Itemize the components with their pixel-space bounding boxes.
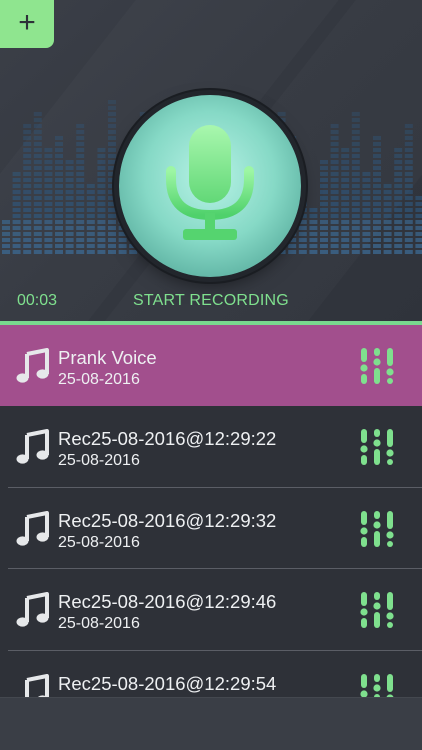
equalizer-sliders-icon[interactable]	[358, 509, 396, 549]
plus-icon: +	[18, 5, 36, 39]
recording-title: Rec25-08-2016@12:29:54	[58, 672, 277, 694]
recording-title: Rec25-08-2016@12:29:22	[58, 428, 277, 449]
recording-date: 25-08-2016	[58, 533, 140, 551]
recordings-list[interactable]: Prank Voice 25-08-2016 Rec25-08-2016@12:29…	[0, 325, 422, 697]
equalizer-sliders-icon[interactable]	[358, 590, 396, 630]
add-button[interactable]: +	[0, 0, 54, 48]
music-note-icon	[15, 429, 51, 465]
recording-row[interactable]: Rec25-08-2016@12:29:22 25-08-2016	[0, 406, 422, 488]
equalizer-sliders-icon[interactable]	[358, 672, 396, 697]
equalizer-sliders-icon[interactable]	[358, 427, 396, 467]
recording-date: 25-08-2016	[58, 452, 140, 469]
recording-title: Prank Voice	[58, 347, 157, 368]
microphone-icon	[166, 125, 254, 240]
music-note-icon	[15, 510, 51, 547]
recording-row[interactable]: Rec25-08-2016@12:29:54	[0, 651, 422, 697]
record-button[interactable]	[119, 95, 301, 277]
equalizer-sliders-icon[interactable]	[358, 346, 396, 386]
start-recording-button[interactable]: START RECORDING	[133, 292, 289, 310]
recording-title: Rec25-08-2016@12:29:46	[58, 591, 277, 612]
recording-row[interactable]: Rec25-08-2016@12:29:46 25-08-2016	[0, 569, 422, 651]
recording-date: 25-08-2016	[58, 371, 140, 388]
music-note-icon	[15, 592, 51, 628]
music-note-icon	[15, 673, 51, 697]
recording-timer: 00:03	[17, 292, 58, 309]
recording-title: Rec25-08-2016@12:29:32	[58, 509, 277, 531]
recording-row[interactable]: Prank Voice 25-08-2016	[0, 325, 422, 406]
recording-row[interactable]: Rec25-08-2016@12:29:32 25-08-2016	[0, 488, 422, 569]
music-note-icon	[15, 348, 51, 384]
recording-date: 25-08-2016	[58, 615, 140, 632]
bottom-bar	[0, 697, 422, 750]
